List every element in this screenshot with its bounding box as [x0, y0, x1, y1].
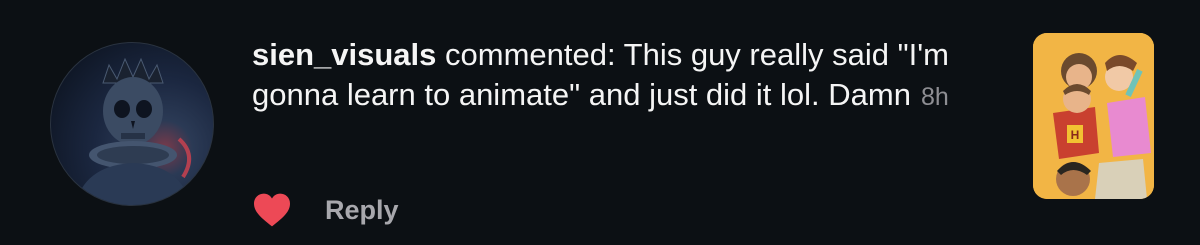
reply-button[interactable]: Reply	[325, 195, 399, 226]
user-avatar[interactable]	[50, 42, 214, 206]
svg-text:H: H	[1071, 128, 1080, 142]
comment-actions: Reply	[252, 190, 399, 230]
comment-timestamp: 8h	[920, 83, 949, 111]
heart-icon[interactable]	[252, 192, 292, 228]
post-thumbnail-image: H	[1033, 33, 1154, 199]
comment-body: sien_visuals commented: This guy really …	[252, 35, 992, 117]
avatar-image	[75, 57, 191, 205]
comment-username[interactable]: sien_visuals	[252, 37, 436, 72]
post-thumbnail[interactable]: H	[1033, 33, 1154, 199]
